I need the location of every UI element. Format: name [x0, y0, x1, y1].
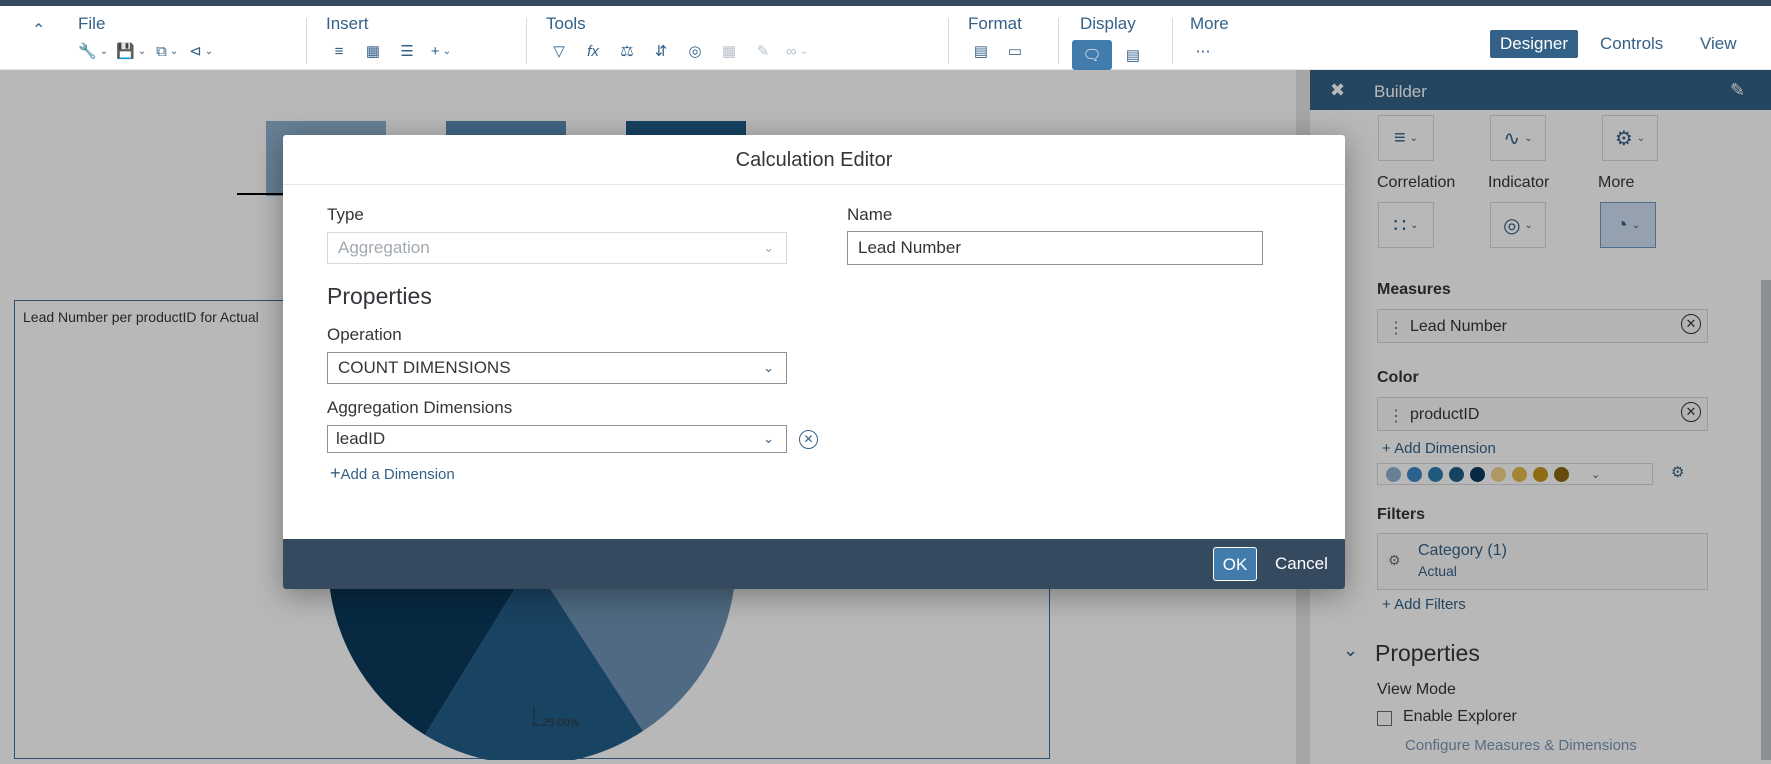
- calculation-editor-dialog: Calculation Editor Type Aggregation ⌄ Na…: [283, 135, 1345, 589]
- more-menu[interactable]: More: [1190, 14, 1229, 34]
- format-group: Format ▤ ▭: [968, 14, 1028, 62]
- insert-group: Insert ≡ ▦ ☰ + ⌄: [326, 14, 454, 62]
- format-styling-icon[interactable]: ▤: [968, 40, 994, 62]
- link-icon: ∞ ⌄: [785, 42, 809, 60]
- properties-heading: Properties: [327, 283, 432, 309]
- view-mode-button[interactable]: View: [1690, 30, 1747, 58]
- more-group: More ⋯: [1190, 14, 1229, 62]
- operation-value: COUNT DIMENSIONS: [338, 358, 511, 377]
- insert-control-icon[interactable]: ☰: [394, 40, 420, 62]
- type-label: Type: [327, 205, 364, 224]
- file-group: File 🔧 ⌄ 💾 ⌄ ⧉ ⌄ ⊲ ⌄: [78, 14, 214, 62]
- aggregation-dimension-select[interactable]: leadID ⌄: [327, 425, 787, 453]
- insert-table-icon[interactable]: ▦: [360, 40, 386, 62]
- file-menu[interactable]: File: [78, 14, 214, 34]
- copy-icon[interactable]: ⧉ ⌄: [154, 40, 180, 62]
- share-icon[interactable]: ⊲ ⌄: [188, 40, 214, 62]
- comment-icon[interactable]: 🗨: [1072, 40, 1112, 70]
- chevron-down-icon: ⌄: [763, 360, 774, 375]
- remove-dimension-icon[interactable]: ✕: [799, 430, 818, 449]
- display-group: Display 🗨 ▤: [1072, 14, 1146, 70]
- add-a-dimension-link[interactable]: +Add a Dimension: [330, 463, 455, 484]
- toolbar-divider: [526, 18, 527, 64]
- insert-more-icon[interactable]: + ⌄: [428, 40, 454, 62]
- tools-group: Tools ▽ fx ⚖ ⇵ ◎ ▦ ✎ ∞ ⌄: [546, 14, 810, 62]
- sort-icon[interactable]: ⇵: [648, 40, 674, 62]
- ok-button[interactable]: OK: [1213, 547, 1257, 581]
- type-value: Aggregation: [338, 238, 430, 257]
- tools-menu[interactable]: Tools: [546, 14, 810, 34]
- plus-icon: +: [330, 463, 341, 483]
- aggregation-dimensions-label: Aggregation Dimensions: [327, 398, 513, 417]
- designer-mode-button[interactable]: Designer: [1490, 30, 1579, 58]
- aggregation-dimension-value: leadID: [336, 429, 386, 448]
- name-label: Name: [847, 205, 893, 224]
- insights-icon[interactable]: ◎: [682, 40, 708, 62]
- toolbar-divider: [1172, 18, 1173, 64]
- add-a-dimension-label: Add a Dimension: [340, 466, 455, 483]
- dialog-footer: OK Cancel: [283, 539, 1345, 589]
- main-toolbar: ⌃ File 🔧 ⌄ 💾 ⌄ ⧉ ⌄ ⊲ ⌄ Insert ≡ ▦ ☰ + ⌄ Tools…: [0, 6, 1771, 70]
- name-input[interactable]: [847, 231, 1263, 265]
- insert-menu[interactable]: Insert: [326, 14, 454, 34]
- tools-wrench-icon[interactable]: 🔧 ⌄: [78, 40, 108, 62]
- type-select: Aggregation ⌄: [327, 232, 787, 264]
- dialog-title: Calculation Editor: [283, 135, 1345, 185]
- insert-chart-icon[interactable]: ≡: [326, 40, 352, 62]
- cancel-button[interactable]: Cancel: [1275, 547, 1328, 581]
- formula-icon[interactable]: fx: [580, 40, 606, 62]
- toolbar-divider: [306, 18, 307, 64]
- toolbar-divider: [948, 18, 949, 64]
- rank-icon: ▦: [721, 43, 737, 60]
- format-menu[interactable]: Format: [968, 14, 1028, 34]
- balance-icon[interactable]: ⚖: [614, 40, 640, 62]
- filter-icon[interactable]: ▽: [546, 40, 572, 62]
- save-icon[interactable]: 💾 ⌄: [116, 40, 146, 62]
- format-device-icon[interactable]: ▭: [1002, 40, 1028, 62]
- display-menu[interactable]: Display: [1080, 14, 1146, 34]
- chevron-down-icon: ⌄: [763, 240, 774, 255]
- chevron-down-icon: ⌄: [763, 431, 774, 446]
- layout-icon[interactable]: ▤: [1120, 44, 1146, 66]
- collapse-toolbar-icon[interactable]: ⌃: [32, 20, 45, 40]
- operation-select[interactable]: COUNT DIMENSIONS ⌄: [327, 352, 787, 384]
- toolbar-divider: [1058, 18, 1059, 64]
- operation-label: Operation: [327, 325, 402, 344]
- edit-icon: ✎: [756, 43, 770, 60]
- more-overflow-icon[interactable]: ⋯: [1190, 40, 1216, 62]
- controls-mode-button[interactable]: Controls: [1590, 30, 1673, 58]
